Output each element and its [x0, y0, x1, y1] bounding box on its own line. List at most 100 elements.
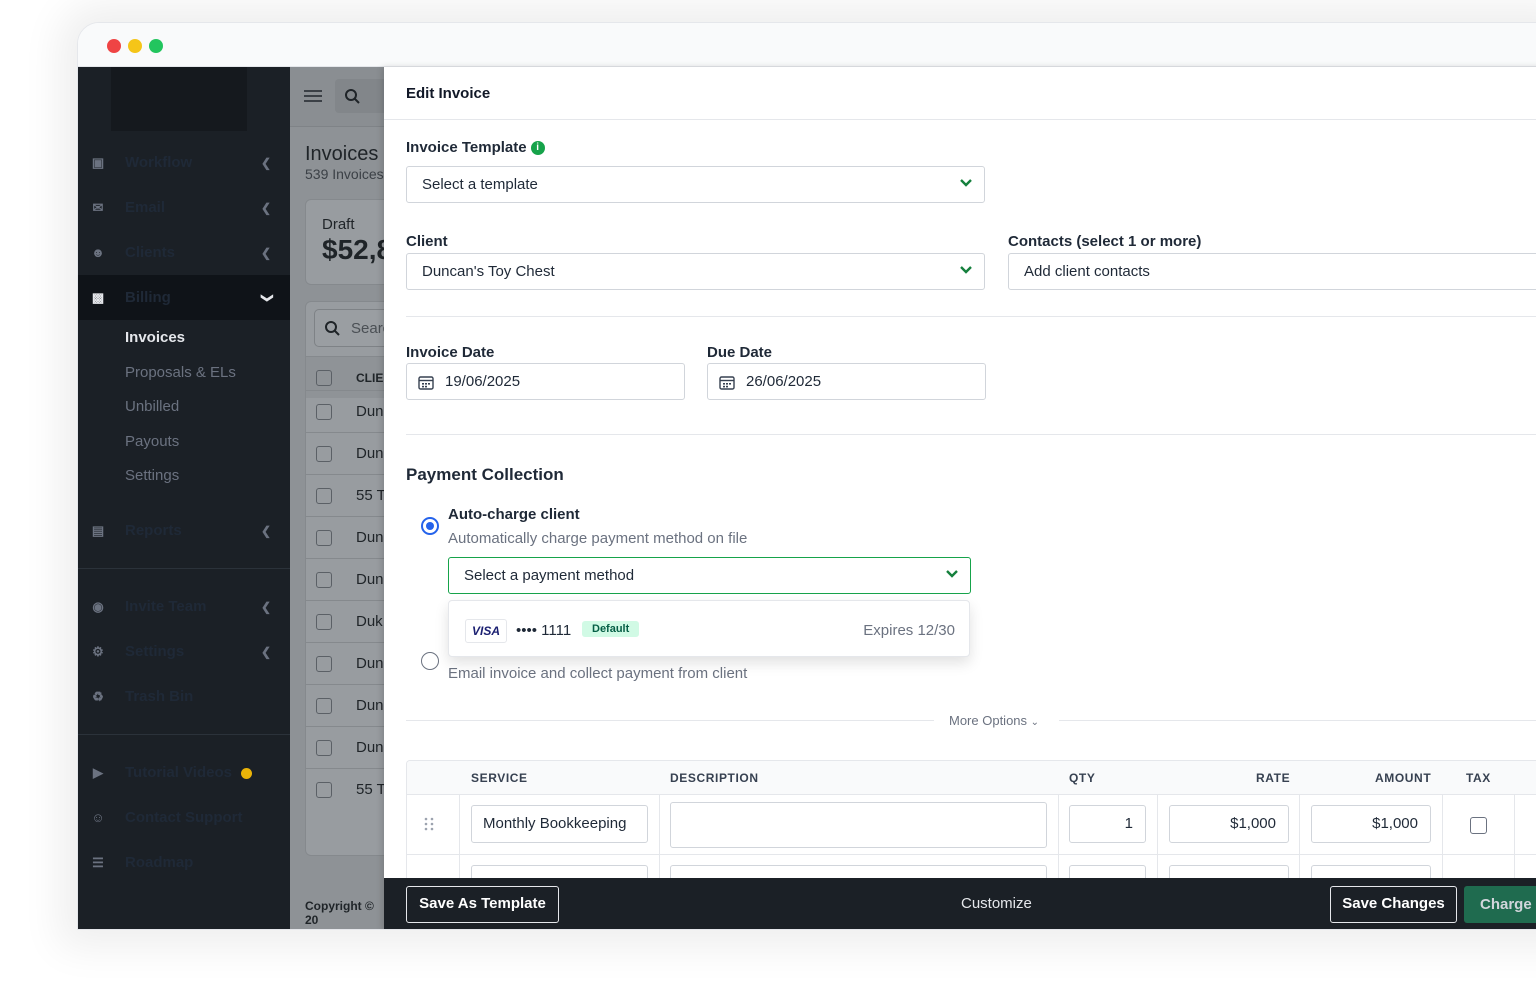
row-checkbox[interactable] — [316, 614, 332, 630]
charge-button[interactable]: Charge C — [1464, 886, 1536, 923]
row-checkbox[interactable] — [316, 404, 332, 420]
rate-input[interactable]: $1,000 — [1169, 805, 1289, 843]
qty-input[interactable]: 1 — [1069, 805, 1146, 843]
row-checkbox[interactable] — [316, 572, 332, 588]
invoice-date-field[interactable]: 19/06/2025 — [406, 363, 685, 400]
chevron-down-icon — [960, 266, 972, 274]
sidebar-divider — [78, 568, 290, 569]
save-changes-button[interactable]: Save Changes — [1330, 886, 1457, 923]
background-topbar — [290, 67, 384, 127]
calendar-icon — [418, 376, 434, 390]
client-select[interactable]: Duncan's Toy Chest — [406, 253, 985, 290]
due-date-field[interactable]: 26/06/2025 — [707, 363, 986, 400]
top-search-field[interactable] — [335, 79, 384, 113]
hamburger-menu-icon[interactable] — [304, 89, 322, 103]
minimize-window-button[interactable] — [128, 39, 142, 53]
logo — [111, 67, 247, 131]
panel-footer: Save As Template Customize Save Changes … — [384, 878, 1536, 929]
row-checkbox[interactable] — [316, 782, 332, 798]
background-invoices-page: Invoices 539 Invoices Draft $52,8 Search… — [290, 67, 384, 929]
page-title: Invoices — [305, 143, 379, 165]
contacts-label: Contacts (select 1 or more) — [1008, 233, 1202, 250]
info-icon[interactable]: i — [530, 141, 545, 156]
table-row[interactable]: Duk — [306, 600, 384, 642]
sidebar-item-contact-support[interactable]: ☺ Contact Support — [78, 795, 290, 840]
sidebar-subitem-payouts[interactable]: Payouts — [125, 433, 179, 450]
window-titlebar — [78, 23, 1536, 67]
table-row[interactable]: Dun — [306, 390, 384, 432]
sidebar-item-workflow[interactable]: ▣ Workflow ❮ — [78, 140, 290, 185]
rate-column-header: RATE — [1256, 771, 1291, 785]
search-icon — [345, 89, 360, 104]
sidebar-divider — [78, 734, 290, 735]
service-input[interactable]: Monthly Bookkeeping — [471, 805, 648, 843]
chevron-down-icon — [960, 179, 972, 187]
sidebar-subitem-invoices[interactable]: Invoices — [125, 329, 185, 346]
chevron-left-icon: ❮ — [261, 644, 272, 659]
row-checkbox[interactable] — [316, 656, 332, 672]
row-checkbox[interactable] — [316, 698, 332, 714]
person-icon: ☺ — [91, 810, 105, 825]
close-window-button[interactable] — [107, 39, 121, 53]
edit-invoice-panel: Edit Invoice Invoice Template i Select a … — [384, 67, 1536, 929]
auto-charge-radio[interactable] — [421, 517, 439, 535]
table-row[interactable]: Dun — [306, 516, 384, 558]
sidebar-item-roadmap[interactable]: ☰ Roadmap — [78, 840, 290, 885]
select-all-checkbox[interactable] — [316, 370, 332, 386]
invoice-template-select[interactable]: Select a template — [406, 166, 985, 203]
invoice-date-label: Invoice Date — [406, 344, 495, 361]
roadmap-icon: ☰ — [92, 854, 104, 870]
description-input[interactable] — [670, 802, 1047, 848]
panel-title: Edit Invoice — [406, 85, 491, 102]
default-badge: Default — [582, 621, 640, 637]
invoices-table: Search CLIE Dun Dun 55 T Dun Dun Duk Dun… — [305, 301, 384, 856]
chevron-left-icon: ❮ — [261, 599, 272, 614]
card-expiry: Expires 12/30 — [863, 622, 955, 639]
maximize-window-button[interactable] — [149, 39, 163, 53]
client-label: Client — [406, 233, 448, 250]
customize-link[interactable]: Customize — [961, 895, 1032, 912]
visa-card-icon: VISA — [465, 619, 507, 643]
sidebar-item-invite-team[interactable]: ◉ Invite Team ❮ — [78, 584, 290, 629]
table-row[interactable]: Dun — [306, 684, 384, 726]
briefcase-icon: ▣ — [91, 154, 105, 170]
sidebar-item-tutorial-videos[interactable]: ▶ Tutorial Videos — [78, 750, 290, 795]
more-options-toggle[interactable]: More Options ⌄ — [949, 713, 1039, 728]
tax-checkbox[interactable] — [1470, 817, 1487, 834]
sidebar-subitem-settings[interactable]: Settings — [125, 467, 179, 484]
sidebar-item-clients[interactable]: ☻ Clients ❮ — [78, 230, 290, 275]
row-checkbox[interactable] — [316, 488, 332, 504]
table-row[interactable]: 55 T — [306, 768, 384, 810]
sidebar-subitem-unbilled[interactable]: Unbilled — [125, 398, 179, 415]
sidebar-item-billing[interactable]: ▩ Billing ❮ — [78, 275, 290, 320]
table-row[interactable]: Dun — [306, 726, 384, 768]
table-row[interactable]: Dun — [306, 558, 384, 600]
document-icon: ▤ — [91, 522, 105, 538]
search-icon — [325, 321, 340, 336]
table-search-input[interactable]: Search — [314, 309, 384, 347]
sidebar-subitem-proposals[interactable]: Proposals & ELs — [125, 364, 236, 381]
payment-method-select[interactable]: Select a payment method — [448, 557, 971, 594]
table-row[interactable]: Dun — [306, 432, 384, 474]
draft-summary-card: Draft $52,8 — [305, 199, 384, 285]
payment-method-option[interactable]: VISA •••• 1111 Default Expires 12/30 — [449, 601, 969, 656]
amount-column-header: AMOUNT — [1375, 771, 1432, 785]
drag-handle-icon[interactable] — [424, 817, 434, 831]
sidebar-item-settings[interactable]: ⚙ Settings ❮ — [78, 629, 290, 674]
amount-input[interactable]: $1,000 — [1311, 805, 1431, 843]
contacts-input[interactable]: Add client contacts — [1008, 253, 1536, 290]
row-checkbox[interactable] — [316, 446, 332, 462]
card-number: •••• 1111 — [516, 622, 572, 639]
sidebar-item-reports[interactable]: ▤ Reports ❮ — [78, 508, 290, 553]
sidebar-item-email[interactable]: ✉ Email ❮ — [78, 185, 290, 230]
chevron-left-icon: ❮ — [261, 155, 272, 170]
sidebar-item-trash-bin[interactable]: ♻ Trash Bin — [78, 674, 290, 719]
email-invoice-radio[interactable] — [421, 652, 439, 670]
save-as-template-button[interactable]: Save As Template — [406, 886, 559, 923]
row-checkbox[interactable] — [316, 740, 332, 756]
row-checkbox[interactable] — [316, 530, 332, 546]
table-row[interactable]: 55 T — [306, 474, 384, 516]
users-icon: ☻ — [91, 245, 105, 260]
table-row[interactable]: Dun — [306, 642, 384, 684]
payment-method-dropdown: VISA •••• 1111 Default Expires 12/30 — [448, 600, 970, 657]
